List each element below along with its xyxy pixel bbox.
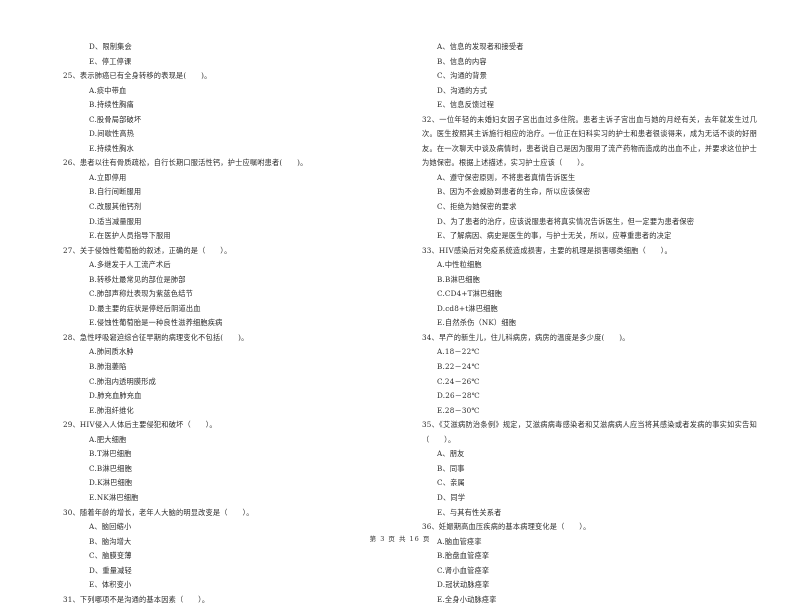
question-text: 35、《艾滋病防治条例》规定，艾滋病病毒感染者和艾滋病病人应当将其感染或者发病的… [422, 420, 757, 444]
answer-option: A.立即停用 [89, 172, 127, 182]
answer-option: C.肺泡内透明膜形成 [89, 376, 157, 386]
answer-option: C、拒绝为她保密的要求 [437, 202, 517, 212]
question-text: 29、HIV侵入人体后主要侵犯和破坏（ ）。 [63, 420, 217, 430]
answer-option: C.改服其他钙剂 [89, 202, 142, 212]
answer-option: D.适当减量服用 [89, 216, 142, 226]
answer-option: C.肺部声称灶表现为紫蓝色结节 [89, 289, 193, 299]
answer-option: B.持续性胸痛 [89, 100, 134, 110]
answer-option: E.肺泡纤维化 [89, 405, 134, 415]
answer-option: B、因为不会威胁到患者的生命，所以应该保密 [437, 187, 591, 197]
question-text: 28、急性呼吸窘迫综合征早期的病理变化不包括( )。 [63, 332, 249, 342]
answer-option: E、停工停课 [89, 56, 132, 66]
answer-option: D、限制集会 [89, 42, 132, 51]
answer-option: A.多继发于人工流产术后 [89, 260, 171, 270]
answer-option: A.中性粒细胞 [437, 260, 482, 270]
answer-option: B、同事 [437, 463, 465, 473]
answer-option: E.在医护人员指导下服用 [89, 231, 171, 241]
answer-option: C、沟通的背景 [437, 71, 488, 81]
left-column: D、限制集会 E、停工停课 25、表示肺癌已有全身转移的表现是( )。 A.痰中带血 B… [63, 40, 393, 607]
answer-option: E、体积变小 [89, 580, 132, 590]
answer-option: C.CD4+T淋巴细胞 [437, 289, 503, 299]
answer-option: E.持续性胸水 [89, 143, 134, 153]
answer-option: E.全身小动脉痉挛 [437, 594, 497, 604]
answer-option: E、了解病因、病史是医生的事，与护士无关，所以，应尊重患者的决定 [437, 231, 672, 241]
answer-option: A.18－22℃ [437, 347, 480, 357]
answer-option: D.cd8+t淋巴细胞 [437, 303, 498, 313]
answer-option: D、重量减轻 [89, 565, 132, 575]
answer-option: A、遵守保密原则，不将患者真情告诉医生 [437, 172, 576, 182]
question-text: 33、HIV感染后对免疫系统造成损害，主要的机理是损害哪类细胞（ ）。 [422, 245, 672, 255]
page-footer: 第 3 页 共 16 页 [369, 535, 431, 543]
answer-option: E.自然杀伤（NK）细胞 [437, 318, 517, 328]
answer-option: A.肺间质水肿 [89, 347, 134, 357]
answer-option: B.自行间断服用 [89, 187, 142, 197]
document-page: D、限制集会 E、停工停课 25、表示肺癌已有全身转移的表现是( )。 A.痰中带血 B… [0, 0, 800, 604]
answer-option: E、信息反馈过程 [437, 100, 495, 110]
answer-option: C、脑膜变薄 [89, 551, 132, 561]
answer-option: A.肥大细胞 [89, 434, 127, 444]
answer-option: D.肺充血肺充血 [89, 391, 142, 401]
question-text: 31、下列哪项不是沟通的基本因素（ ）。 [63, 594, 210, 604]
answer-option: C.24－26℃ [437, 376, 480, 386]
answer-option: D.26－28℃ [437, 391, 480, 401]
answer-option: A、朋友 [437, 449, 465, 459]
answer-option: D、同学 [437, 492, 466, 502]
answer-option: D.冠状动脉痉挛 [437, 580, 490, 590]
answer-option: C.肾小血管痉挛 [437, 565, 490, 575]
answer-option: E.28－30℃ [437, 405, 480, 415]
answer-option: D.K淋巴细胞 [89, 478, 133, 488]
answer-option: D.间歇性高热 [89, 129, 135, 139]
question-text: 32、一位年轻的未婚妇女因子宫出血过多住院。患者主诉子宫出血与她的月经有关，去年… [422, 114, 757, 168]
answer-option: D、沟通的方式 [437, 85, 488, 95]
answer-option: D、为了患者的治疗，应该说服患者将真实情况告诉医生，但一定要为患者保密 [437, 216, 695, 226]
answer-option: E、与其有性关系者 [437, 507, 502, 517]
answer-option: B.T淋巴细胞 [89, 449, 132, 459]
right-column: A、信息的发现者和接受者 B、信息的内容 C、沟通的背景 D、沟通的方式 E、信息反馈过… [422, 40, 757, 607]
answer-option: C.股骨局部破坏 [89, 114, 142, 124]
question-text: 30、随着年龄的增长，老年人大脑的明显改变是（ ）。 [63, 507, 254, 517]
answer-option: A.痰中带血 [89, 85, 127, 95]
question-text: 34、早产的新生儿，住儿科病房，病房的温度是多少度( )。 [422, 332, 630, 342]
answer-option: D.最主要的症状是停经后阴道出血 [89, 303, 201, 313]
answer-option: E.侵蚀性葡萄胎是一种良性滋养细胞疾病 [89, 318, 223, 328]
answer-option: B.肺泡萎陷 [89, 362, 127, 372]
answer-option: B.转移灶最常见的部位是肺部 [89, 274, 186, 284]
question-text: 26、患者以往有骨质疏松，自行长期口服活性钙，护士应嘱咐患者( )。 [63, 158, 308, 168]
answer-option: B.B淋巴细胞 [437, 274, 480, 284]
question-text: 25、表示肺癌已有全身转移的表现是( )。 [63, 71, 212, 81]
answer-option: A、信息的发现者和接受者 [437, 42, 524, 51]
answer-option: B、信息的内容 [437, 56, 487, 66]
answer-option: C、亲属 [437, 478, 465, 488]
answer-option: C.B淋巴细胞 [89, 463, 132, 473]
answer-option: B.22－24℃ [437, 362, 480, 372]
question-text: 27、关于侵蚀性葡萄胎的叙述，正确的是（ ）。 [63, 245, 232, 255]
answer-option: E.NK淋巴细胞 [89, 492, 139, 502]
answer-option: B.胎盘血管痉挛 [437, 551, 490, 561]
